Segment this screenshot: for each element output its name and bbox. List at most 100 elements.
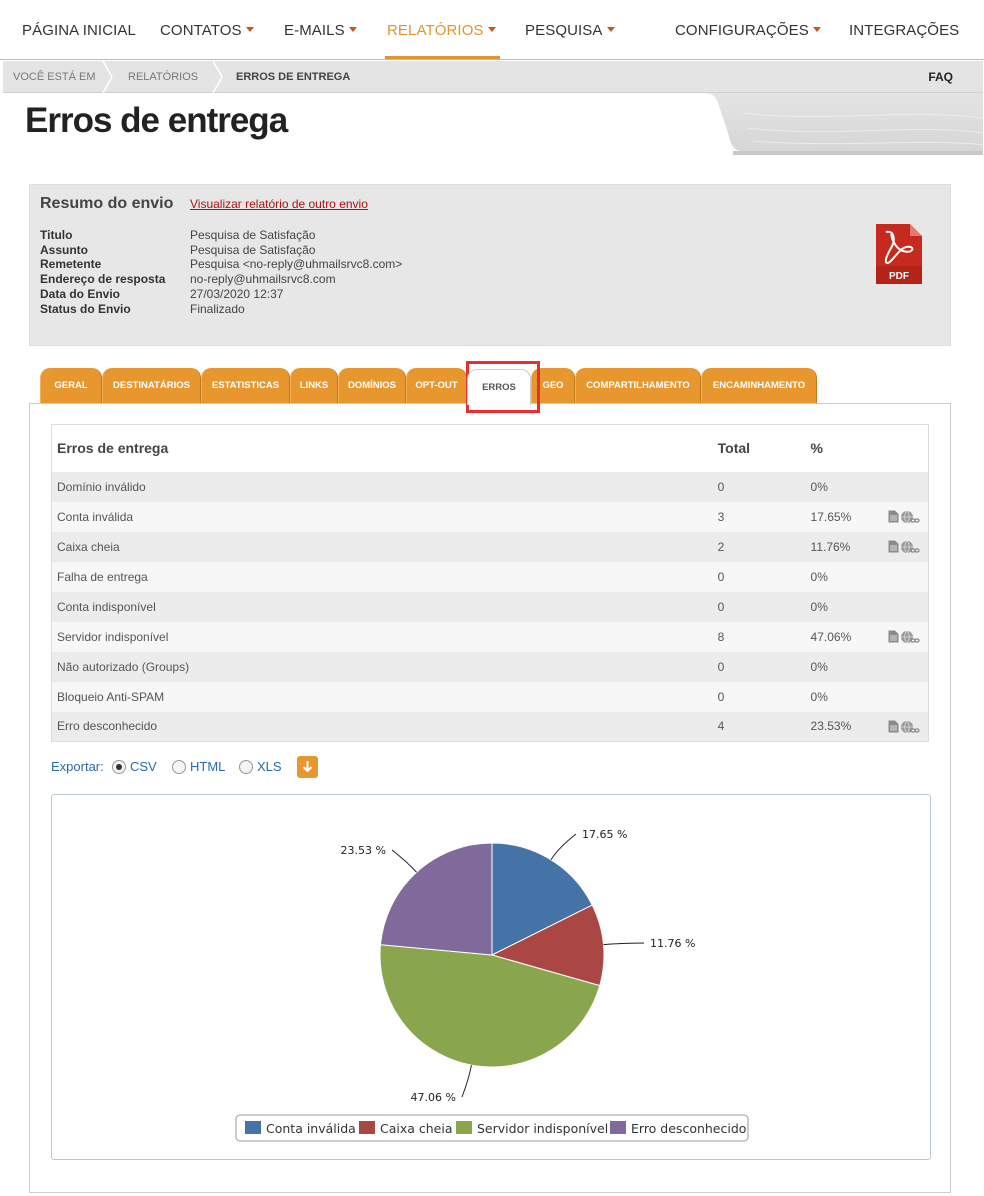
nav-item-5[interactable]: CONFIGURAÇÕES xyxy=(675,0,821,60)
export-html-radio[interactable] xyxy=(172,760,186,774)
pie-slice-3[interactable] xyxy=(379,842,493,956)
summary-value: Pesquisa de Satisfação xyxy=(190,242,316,257)
cell-actions xyxy=(883,621,929,652)
cell-name: Conta inválida xyxy=(51,501,713,532)
tab-links[interactable]: LINKS xyxy=(290,368,338,404)
legend-swatch-0[interactable] xyxy=(245,1121,261,1134)
legend-label-1[interactable]: Caixa cheia xyxy=(380,1121,453,1136)
cell-actions xyxy=(883,531,929,562)
breadcrumb-item-relatorios[interactable]: RELATÓRIOS xyxy=(128,61,198,93)
breadcrumb-current: ERROS DE ENTREGA xyxy=(236,71,351,83)
cell-pct: 47.06% xyxy=(805,621,884,652)
document-icon[interactable] xyxy=(888,720,899,733)
legend-swatch-2[interactable] xyxy=(456,1121,472,1134)
tab-encaminhamento[interactable]: ENCAMINHAMENTO xyxy=(701,368,817,404)
slice-label-0: 17.65 % xyxy=(582,828,627,841)
top-navigation: PÁGINA INICIAL CONTATOS E-MAILS RELATÓRIOS P… xyxy=(0,0,984,60)
nav-item-label: PÁGINA INICIAL xyxy=(22,22,136,39)
header-percent: % xyxy=(805,424,884,472)
tab-estatisticas[interactable]: ESTATISTICAS xyxy=(201,368,290,404)
cell-total: 2 xyxy=(712,531,806,562)
cell-name: Conta indisponível xyxy=(51,591,713,622)
legend-label-3[interactable]: Erro desconhecido xyxy=(631,1121,746,1136)
table-row: Não autorizado (Groups) 0 0% xyxy=(51,651,929,682)
document-icon[interactable] xyxy=(888,540,899,553)
delivery-errors-table: Erros de entrega Total % Domínio inválid… xyxy=(51,424,929,742)
breadcrumb-prefix: VOCÊ ESTÁ EM xyxy=(13,71,96,83)
cell-actions xyxy=(883,681,929,712)
faq-link[interactable]: FAQ xyxy=(928,61,953,93)
globe-link-icon[interactable] xyxy=(900,510,921,524)
breadcrumb-separator-icon xyxy=(102,61,113,93)
export-csv-label[interactable]: CSV xyxy=(130,756,157,778)
tab-opt-out[interactable]: OPT-OUT xyxy=(406,368,467,404)
cell-name: Bloqueio Anti-SPAM xyxy=(51,681,713,712)
globe-link-icon[interactable] xyxy=(900,720,921,734)
cell-pct: 0% xyxy=(805,591,884,622)
nav-item-label: RELATÓRIOS xyxy=(387,22,484,39)
nav-item-6[interactable]: INTEGRAÇÕES xyxy=(849,0,959,60)
caret-down-icon xyxy=(487,27,496,32)
legend-swatch-1[interactable] xyxy=(359,1121,375,1134)
document-icon[interactable] xyxy=(888,630,899,643)
send-summary: Resumo do envio Visualizar relatório de … xyxy=(29,184,951,346)
legend-label-0[interactable]: Conta inválida xyxy=(266,1121,356,1136)
cell-pct: 11.76% xyxy=(805,531,884,562)
chart-legend: Conta inválida Caixa cheia Servidor indisp… xyxy=(235,1114,749,1142)
export-html-label[interactable]: HTML xyxy=(190,756,225,778)
tab-compartilhamento[interactable]: COMPARTILHAMENTO xyxy=(575,368,701,404)
document-icon[interactable] xyxy=(888,510,899,523)
cell-pct: 0% xyxy=(805,561,884,592)
download-arrow-icon xyxy=(302,761,313,773)
nav-item-label: PESQUISA xyxy=(525,22,603,39)
nav-item-label: E-MAILS xyxy=(284,22,345,39)
summary-label: Titulo xyxy=(40,228,73,242)
header-total: Total xyxy=(712,424,806,472)
tab-destinat-rios[interactable]: DESTINATÁRIOS xyxy=(102,368,201,404)
nav-item-2[interactable]: E-MAILS xyxy=(284,0,357,60)
caret-down-icon xyxy=(812,27,821,32)
pdf-download-icon[interactable]: PDF xyxy=(874,222,924,286)
cell-total: 0 xyxy=(712,591,806,622)
table-row: Domínio inválido 0 0% xyxy=(51,471,929,502)
table-row: Bloqueio Anti-SPAM 0 0% xyxy=(51,681,929,712)
summary-label: Assunto xyxy=(40,242,88,257)
errors-pie-chart: 17.65 % 11.76 % 47.06 % 23.53 % Conta inváli… xyxy=(51,794,931,1160)
table-row: Conta inválida 3 17.65% xyxy=(51,501,929,532)
tab-erros[interactable]: ERROS xyxy=(467,369,531,405)
cell-name: Domínio inválido xyxy=(51,471,713,502)
export-csv-radio[interactable] xyxy=(112,760,126,774)
nav-item-4[interactable]: PESQUISA xyxy=(525,0,615,60)
cell-pct: 23.53% xyxy=(805,711,884,742)
legend-swatch-3[interactable] xyxy=(610,1121,626,1134)
legend-label-2[interactable]: Servidor indisponível xyxy=(477,1121,608,1136)
export-xls-label[interactable]: XLS xyxy=(257,756,282,778)
slice-connector-1 xyxy=(603,942,645,946)
globe-link-icon[interactable] xyxy=(900,540,921,554)
tab-dom-nios[interactable]: DOMÍNIOS xyxy=(338,368,406,404)
header-actions xyxy=(883,424,929,472)
slice-label-3: 23.53 % xyxy=(341,844,386,857)
export-download-button[interactable] xyxy=(297,756,318,778)
slice-connector-2 xyxy=(461,1065,472,1098)
cell-total: 0 xyxy=(712,471,806,502)
nav-item-1[interactable]: CONTATOS xyxy=(160,0,254,60)
nav-item-label: INTEGRAÇÕES xyxy=(849,22,960,39)
export-xls-radio[interactable] xyxy=(239,760,253,774)
tab-geral[interactable]: GERAL xyxy=(40,368,102,404)
summary-label: Remetente xyxy=(40,257,102,272)
globe-link-icon[interactable] xyxy=(900,630,921,644)
cell-name: Servidor indisponível xyxy=(51,621,713,652)
page-title: Erros de entrega xyxy=(25,101,288,140)
summary-value: Pesquisa de Satisfação xyxy=(190,228,316,242)
cell-pct: 0% xyxy=(805,681,884,712)
view-other-report-link[interactable]: Visualizar relatório de outro envio xyxy=(190,197,368,211)
caret-down-icon xyxy=(606,27,615,32)
cell-actions xyxy=(883,561,929,592)
table-row: Falha de entrega 0 0% xyxy=(51,561,929,592)
nav-item-0[interactable]: PÁGINA INICIAL xyxy=(22,0,136,60)
nav-item-3[interactable]: RELATÓRIOS xyxy=(385,0,500,60)
cell-actions xyxy=(883,651,929,682)
cell-pct: 17.65% xyxy=(805,501,884,532)
summary-title: Resumo do envio xyxy=(40,195,174,212)
